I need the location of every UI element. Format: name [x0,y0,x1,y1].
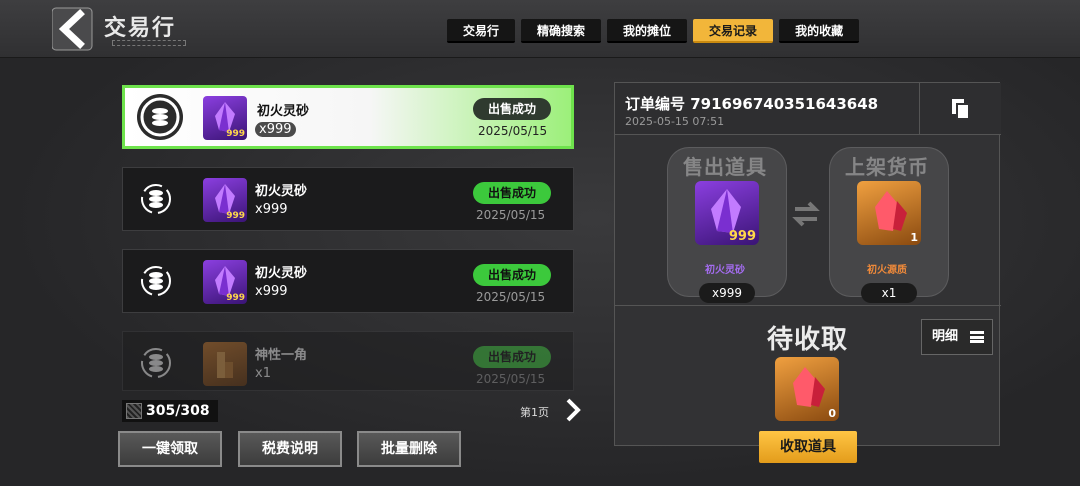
tab-market[interactable]: 交易行 [447,19,516,43]
claim-all-button[interactable]: 一键领取 [118,431,222,467]
batch-delete-button[interactable]: 批量删除 [357,431,461,467]
listed-currency-title: 上架货币 [845,155,929,179]
page-title: 交易行 [104,16,177,41]
tab-trade-records[interactable]: 交易记录 [693,19,774,43]
title-decoration [112,40,186,46]
coin-stack-icon [137,94,183,140]
tax-info-button[interactable]: 税费说明 [238,431,342,467]
claim-item-button[interactable]: 收取道具 [759,431,857,463]
counter-icon [126,403,142,419]
coin-stack-icon [133,258,179,304]
status-badge: 出售成功 [473,346,551,368]
item-count: x1 [255,366,271,381]
order-time: 2025-05-15 07:51 [625,115,725,128]
status-badge: 出售成功 [473,182,551,204]
sold-item-name: 初火灵砂 [705,265,745,276]
coin-stack-icon [133,340,179,386]
order-header: 订单编号 791696740351643648 2025-05-15 07:51 [615,83,1001,135]
order-number: 订单编号 791696740351643648 [625,95,879,113]
tab-my-stall[interactable]: 我的摊位 [607,19,688,43]
pending-title: 待收取 [767,325,849,355]
item-name: 初火灵砂 [255,266,308,281]
item-count: x999 [255,202,288,217]
record-date: 2025/05/15 [476,208,546,222]
record-row[interactable]: 神性一角 x1 出售成功 2025/05/15 [122,331,574,391]
record-date: 2025/05/15 [476,372,546,386]
page-label: 第1页 [520,406,549,419]
copy-icon[interactable] [919,83,1001,135]
sold-item-title: 售出道具 [683,155,767,179]
menu-lines-icon [970,331,984,343]
tab-search[interactable]: 精确搜索 [521,19,602,43]
item-name: 初火灵砂 [257,104,310,119]
tab-favorites[interactable]: 我的收藏 [779,19,860,43]
item-count: x999 [255,122,296,137]
item-count: x999 [255,284,288,299]
detail-button[interactable]: 明细 [921,319,993,355]
divider [615,305,1001,306]
crystal-icon: 999 [203,260,247,304]
horn-item-icon [203,342,247,386]
listed-currency-name: 初火源质 [867,265,907,276]
coin-stack-icon [133,176,179,222]
tab-bar: 交易行 精确搜索 我的摊位 交易记录 我的收藏 [447,19,860,43]
chevron-right-icon[interactable] [564,396,582,424]
record-row[interactable]: 999 初火灵砂 x999 出售成功 2025/05/15 [122,249,574,313]
crystal-icon: 999 [203,178,247,222]
item-name: 初火灵砂 [255,184,308,199]
sold-item-qty: x999 [699,283,755,303]
item-name: 神性一角 [255,348,308,363]
crystal-icon: 999 [203,96,247,140]
status-badge: 出售成功 [473,264,551,286]
record-row[interactable]: 999 初火灵砂 x999 出售成功 2025/05/15 [122,167,574,231]
red-crystal-icon: 1 [857,181,921,245]
crystal-icon: 999 [695,181,759,245]
red-crystal-icon: 0 [775,357,839,421]
record-row[interactable]: 999 初火灵砂 x999 出售成功 2025/05/15 [122,85,574,149]
status-badge: 出售成功 [473,98,551,120]
record-date: 2025/05/15 [478,124,548,138]
swap-icon [792,201,820,227]
record-date: 2025/05/15 [476,290,546,304]
back-chevron-icon[interactable] [52,6,96,52]
record-counter: 305/308 [122,400,218,422]
listed-currency-qty: x1 [861,283,917,303]
order-detail-panel: 订单编号 791696740351643648 2025-05-15 07:51… [614,82,1001,463]
